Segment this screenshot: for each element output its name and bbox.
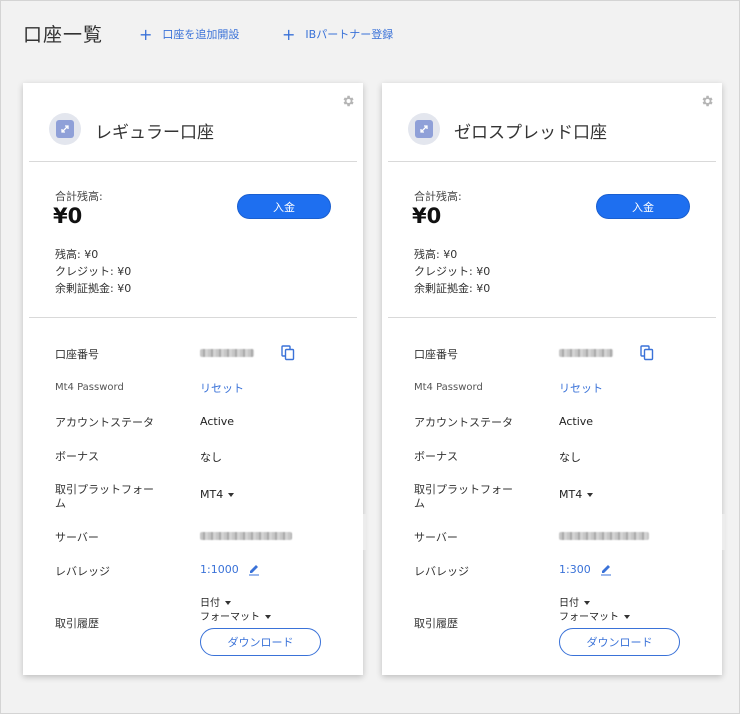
deposit-button[interactable]: 入金 [237, 194, 331, 219]
server-label: サーバー [414, 531, 458, 544]
server-value [200, 532, 292, 540]
total-balance-label: 合計残高: [55, 190, 103, 203]
account-name: ゼロスプレッド口座 [454, 123, 607, 143]
free-margin-text: 余剰証拠金: ¥0 [414, 282, 491, 295]
total-balance-label: 合計残高: [414, 190, 462, 203]
leverage-edit[interactable]: 1:300 [559, 563, 612, 576]
account-card-zero-spread: ゼロスプレッド口座 合計残高: ¥0 入金 残高: ¥0 クレジット: ¥0 余… [382, 83, 722, 675]
leverage-label: レバレッジ [414, 565, 469, 578]
caret-down-icon [587, 493, 594, 497]
platform-value: MT4 [200, 488, 224, 501]
leverage-value: 1:1000 [200, 563, 239, 576]
caret-down-icon [228, 493, 235, 497]
leverage-value: 1:300 [559, 563, 591, 576]
mt4-password-label: Mt4 Password [55, 382, 124, 393]
server-value [559, 532, 649, 540]
divider [388, 161, 716, 162]
total-balance-value: ¥0 [412, 204, 442, 228]
scroll-handle[interactable] [722, 514, 725, 550]
account-number-label: 口座番号 [414, 348, 458, 361]
account-name: レギュラー口座 [95, 123, 214, 143]
account-number-value [559, 349, 613, 357]
account-number-label: 口座番号 [55, 348, 99, 361]
bonus-value: なし [559, 451, 581, 464]
leverage-label: レバレッジ [55, 565, 110, 578]
server-label: サーバー [55, 531, 99, 544]
caret-down-icon [624, 615, 630, 619]
history-label: 取引履歴 [414, 617, 458, 630]
download-button[interactable]: ダウンロード [200, 628, 321, 656]
date-select[interactable]: 日付 [559, 594, 590, 609]
password-reset-link[interactable]: リセット [559, 380, 603, 396]
caret-down-icon [225, 601, 231, 605]
format-label: フォーマット [200, 612, 260, 623]
card-header: レギュラー口座 [23, 83, 363, 161]
account-status-value: Active [200, 415, 235, 428]
platform-value: MT4 [559, 488, 583, 501]
format-select[interactable]: フォーマット [200, 608, 271, 623]
ib-partner-link[interactable]: + IBパートナー登録 [282, 26, 393, 42]
date-select[interactable]: 日付 [200, 594, 231, 609]
account-status-label: アカウントステータ [55, 416, 154, 429]
mt4-password-label: Mt4 Password [414, 382, 483, 393]
caret-down-icon [265, 615, 271, 619]
balance-text: 残高: ¥0 [414, 248, 458, 261]
add-account-label: 口座を追加開設 [162, 28, 240, 41]
edit-icon[interactable] [248, 564, 260, 576]
bonus-label: ボーナス [414, 450, 458, 463]
divider [29, 161, 357, 162]
deposit-button[interactable]: 入金 [596, 194, 690, 219]
plus-icon: + [282, 24, 296, 44]
platform-label-line2: ム [55, 497, 66, 510]
account-icon [49, 113, 81, 145]
copy-icon[interactable] [640, 345, 654, 361]
edit-icon[interactable] [600, 564, 612, 576]
account-card-regular: レギュラー口座 合計残高: ¥0 入金 残高: ¥0 クレジット: ¥0 余剰証… [23, 83, 363, 675]
account-status-value: Active [559, 415, 594, 428]
divider [29, 317, 357, 318]
leverage-edit[interactable]: 1:1000 [200, 563, 260, 576]
bonus-label: ボーナス [55, 450, 99, 463]
format-label: フォーマット [559, 612, 619, 623]
platform-select[interactable]: MT4 [559, 488, 594, 501]
total-balance-value: ¥0 [53, 204, 83, 228]
platform-label-line1: 取引プラットフォー [414, 483, 513, 496]
credit-text: クレジット: ¥0 [55, 265, 132, 278]
history-label: 取引履歴 [55, 617, 99, 630]
account-icon [408, 113, 440, 145]
format-select[interactable]: フォーマット [559, 608, 630, 623]
download-button[interactable]: ダウンロード [559, 628, 680, 656]
ib-partner-label: IBパートナー登録 [305, 28, 394, 41]
copy-icon[interactable] [281, 345, 295, 361]
divider [388, 317, 716, 318]
card-header: ゼロスプレッド口座 [382, 83, 722, 161]
page-header: 口座一覧 + 口座を追加開設 + IBパートナー登録 [1, 1, 740, 63]
add-account-link[interactable]: + 口座を追加開設 [139, 26, 239, 42]
caret-down-icon [584, 601, 590, 605]
free-margin-text: 余剰証拠金: ¥0 [55, 282, 132, 295]
scroll-handle[interactable] [363, 514, 366, 550]
balance-text: 残高: ¥0 [55, 248, 99, 261]
plus-icon: + [139, 24, 153, 44]
account-status-label: アカウントステータ [414, 416, 513, 429]
platform-select[interactable]: MT4 [200, 488, 235, 501]
credit-text: クレジット: ¥0 [414, 265, 491, 278]
platform-label-line2: ム [414, 497, 425, 510]
page-title: 口座一覧 [23, 24, 104, 46]
bonus-value: なし [200, 451, 222, 464]
password-reset-link[interactable]: リセット [200, 380, 244, 396]
platform-label-line1: 取引プラットフォー [55, 483, 154, 496]
account-number-value [200, 349, 254, 357]
